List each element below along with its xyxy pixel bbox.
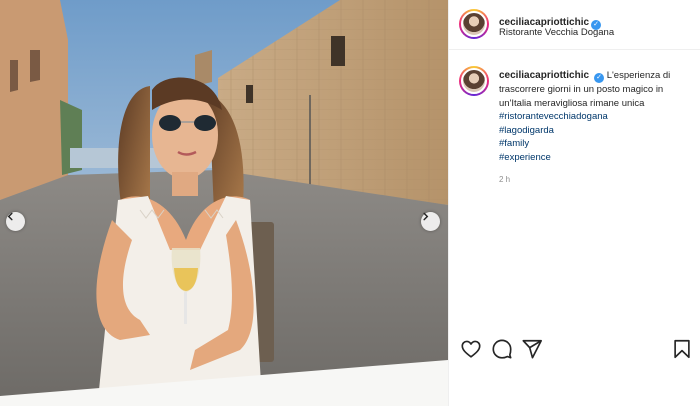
save-button[interactable]	[671, 338, 693, 360]
chevron-right-icon	[423, 212, 429, 221]
post-header: ceciliacapriottichic ✓ Ristorante Vecchia…	[449, 0, 700, 50]
caption-text: ceciliacapriottichic ✓ L'esperienza di tr…	[499, 69, 695, 164]
timestamp: 2 h	[499, 175, 511, 184]
hashtag-link[interactable]: #lagodigarda	[499, 124, 695, 138]
bookmark-icon	[674, 339, 690, 359]
caption-avatar[interactable]	[459, 66, 489, 96]
next-photo-button[interactable]	[421, 212, 440, 231]
chevron-left-icon	[7, 212, 13, 221]
avatar[interactable]	[459, 9, 489, 39]
like-button[interactable]	[460, 338, 482, 360]
location-link[interactable]: Ristorante Vecchia Dogana	[499, 27, 614, 38]
paper-plane-icon	[522, 339, 542, 359]
hashtag-link[interactable]: #ristorantevecchiadogana	[499, 110, 695, 124]
caption-username-link[interactable]: ceciliacapriottichic	[499, 70, 589, 81]
previous-photo-button[interactable]	[6, 212, 25, 231]
post-side-panel: ceciliacapriottichic ✓ Ristorante Vecchia…	[448, 0, 700, 406]
heart-icon	[461, 340, 481, 358]
photo-illustration	[0, 0, 448, 406]
post-photo[interactable]	[0, 0, 448, 406]
comment-icon	[492, 339, 512, 359]
verified-badge-icon: ✓	[594, 73, 605, 83]
comment-button[interactable]	[491, 338, 513, 360]
action-bar	[449, 330, 700, 368]
share-button[interactable]	[521, 338, 543, 360]
hashtag-link[interactable]: #family	[499, 137, 695, 151]
hashtag-link[interactable]: #experience	[499, 151, 695, 165]
